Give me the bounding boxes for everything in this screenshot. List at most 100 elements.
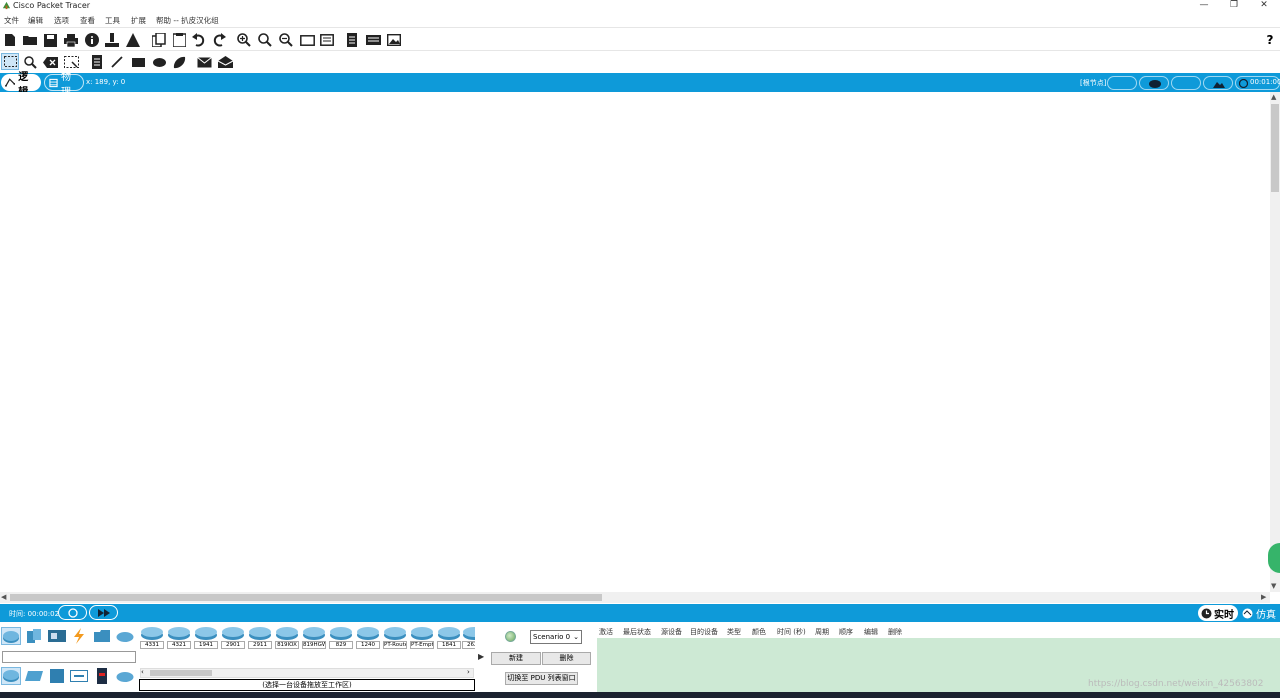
move-object-button[interactable] <box>1171 76 1201 90</box>
drawing-palette-icon[interactable] <box>299 32 315 48</box>
switch-icon <box>25 671 43 681</box>
image-icon[interactable] <box>386 32 402 48</box>
device-4331[interactable]: 4331 <box>140 625 164 650</box>
tab-logical[interactable]: 逻辑 <box>1 72 41 98</box>
category-network-devices[interactable] <box>1 627 21 645</box>
device-label: PT-Router <box>383 641 407 649</box>
category-misc[interactable] <box>92 627 112 645</box>
subcategory-security[interactable] <box>92 667 112 685</box>
line-draw-icon[interactable] <box>109 54 125 70</box>
clipboard-icon[interactable] <box>344 32 360 48</box>
menu-tools[interactable]: 工具 <box>105 15 120 26</box>
custom-device-icon[interactable] <box>319 32 335 48</box>
back-button[interactable] <box>1107 76 1137 90</box>
device-label: 1240 <box>356 641 380 649</box>
category-end-devices[interactable] <box>24 627 44 645</box>
device-label: 819HGW <box>302 641 326 649</box>
subcategory-hubs[interactable] <box>47 667 67 685</box>
device-list-scrollbar-thumb[interactable] <box>150 670 212 676</box>
cluster-button[interactable] <box>1139 76 1169 90</box>
fast-forward-button[interactable] <box>89 605 118 620</box>
device-819iox[interactable]: 819IOX <box>275 625 299 650</box>
note-icon[interactable] <box>89 54 105 70</box>
print-icon[interactable] <box>63 32 79 48</box>
scroll-down-arrow-icon[interactable]: ▼ <box>1271 582 1276 590</box>
subcategory-routers[interactable] <box>1 667 21 685</box>
router-icon <box>141 627 163 640</box>
menu-options[interactable]: 选项 <box>54 15 69 26</box>
ellipse-draw-icon[interactable] <box>151 54 167 70</box>
select-tool-icon[interactable] <box>1 53 19 70</box>
copy-icon[interactable] <box>151 32 167 48</box>
clock-icon <box>1239 79 1248 88</box>
paste-icon[interactable] <box>171 32 187 48</box>
device-2901[interactable]: 2901 <box>221 625 245 650</box>
horizontal-scrollbar-thumb[interactable] <box>10 594 602 601</box>
wizard-icon[interactable] <box>104 32 120 48</box>
freeform-draw-icon[interactable] <box>171 54 187 70</box>
menu-help[interactable]: 帮助 -- 扒皮汉化组 <box>156 15 219 26</box>
device-2620[interactable]: 2620 <box>462 625 475 650</box>
subcategory-switches[interactable] <box>24 667 44 685</box>
realtime-mode-tab[interactable]: 实时 <box>1198 605 1238 621</box>
device-pt-empty[interactable]: PT-Empty <box>410 625 434 650</box>
device-829[interactable]: 829 <box>329 625 353 650</box>
device-4321[interactable]: 4321 <box>167 625 191 650</box>
network-info-icon[interactable] <box>125 32 141 48</box>
redo-icon[interactable] <box>211 32 227 48</box>
scroll-left-arrow-icon[interactable]: ◀ <box>1 593 6 601</box>
category-connections[interactable] <box>69 627 89 645</box>
close-button[interactable]: ✕ <box>1249 0 1279 12</box>
save-icon[interactable] <box>42 32 58 48</box>
menu-extensions[interactable]: 扩展 <box>131 15 146 26</box>
new-file-icon[interactable] <box>2 32 18 48</box>
help-icon[interactable]: ? <box>1262 32 1278 48</box>
simulation-mode-tab[interactable]: 仿真 <box>1241 605 1280 621</box>
device-scroll-left-icon[interactable]: ‹ <box>141 668 144 676</box>
restore-button[interactable]: ❐ <box>1219 0 1249 12</box>
delete-tool-icon[interactable] <box>42 54 58 70</box>
physical-tab-icon <box>49 78 58 87</box>
info-icon[interactable] <box>84 32 100 48</box>
device-1841[interactable]: 1841 <box>437 625 461 650</box>
menu-edit[interactable]: 编辑 <box>28 15 43 26</box>
new-scenario-button[interactable]: 新建 <box>491 652 541 665</box>
complex-pdu-icon[interactable] <box>217 54 233 70</box>
delete-scenario-button[interactable]: 删除 <box>542 652 591 665</box>
device-label: 1941 <box>194 641 218 649</box>
toggle-pdu-list-button[interactable]: 切换至 PDU 列表窗口 <box>505 672 578 685</box>
logical-workspace-canvas[interactable] <box>0 92 1270 592</box>
scroll-up-arrow-icon[interactable]: ▲ <box>1271 93 1276 101</box>
device-pt-router[interactable]: PT-Router <box>383 625 407 650</box>
cursor-coordinates: x: 189, y: 0 <box>86 78 126 86</box>
menu-view[interactable]: 查看 <box>80 15 95 26</box>
device-1941[interactable]: 1941 <box>194 625 218 650</box>
expand-panel-arrow-icon[interactable]: ▶ <box>478 652 484 661</box>
root-node-label[interactable]: [根节点] <box>1080 78 1106 88</box>
open-folder-icon[interactable] <box>22 32 38 48</box>
subcategory-wireless[interactable] <box>69 667 89 685</box>
device-template-icon[interactable] <box>365 32 381 48</box>
rectangle-draw-icon[interactable] <box>130 54 146 70</box>
tab-physical[interactable]: 物理 <box>44 72 84 98</box>
device-scroll-right-icon[interactable]: › <box>467 668 470 676</box>
floating-assistant-button[interactable] <box>1268 543 1280 573</box>
subcategory-wan-emulation[interactable] <box>115 667 135 685</box>
category-multiuser[interactable] <box>115 627 135 645</box>
set-background-button[interactable] <box>1203 76 1233 90</box>
zoom-in-icon[interactable] <box>236 32 252 48</box>
zoom-out-icon[interactable] <box>278 32 294 48</box>
undo-icon[interactable] <box>191 32 207 48</box>
simple-pdu-icon[interactable] <box>196 54 212 70</box>
device-2911[interactable]: 2911 <box>248 625 272 650</box>
minimize-button[interactable]: — <box>1189 0 1219 12</box>
scenario-select[interactable]: Scenario 0 ⌄ <box>530 630 582 644</box>
scroll-right-arrow-icon[interactable]: ▶ <box>1261 593 1266 601</box>
category-components[interactable] <box>47 627 67 645</box>
device-819hgw[interactable]: 819HGW <box>302 625 326 650</box>
vertical-scrollbar-thumb[interactable] <box>1271 104 1279 192</box>
device-1240[interactable]: 1240 <box>356 625 380 650</box>
menu-file[interactable]: 文件 <box>4 15 19 26</box>
zoom-reset-icon[interactable] <box>257 32 273 48</box>
power-cycle-button[interactable] <box>58 605 87 620</box>
